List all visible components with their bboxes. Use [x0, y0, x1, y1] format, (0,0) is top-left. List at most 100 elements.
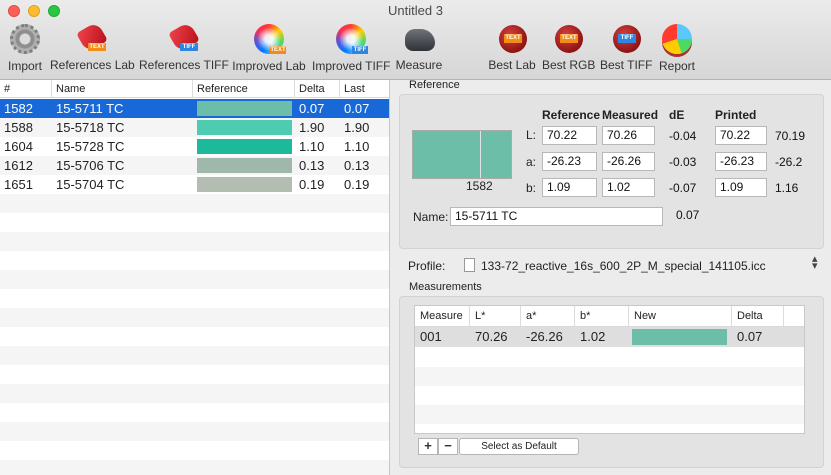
best-rgb-button[interactable]: TEXT Best RGB	[542, 23, 596, 75]
l-printed-field[interactable]: 70.22	[715, 126, 767, 145]
a-de-value: -0.03	[669, 155, 697, 169]
column-last[interactable]: Last	[340, 80, 389, 98]
column-reference[interactable]: Reference	[193, 80, 295, 98]
remove-measurement-button[interactable]: −	[438, 438, 458, 455]
column-a-star[interactable]: a*	[521, 306, 575, 326]
column-name[interactable]: Name	[52, 80, 193, 98]
column-delta[interactable]: Delta	[295, 80, 340, 98]
row-delta: 0.13	[299, 158, 325, 173]
a-measured-field[interactable]: -26.26	[602, 152, 655, 171]
name-field[interactable]: 15-5711 TC	[450, 207, 663, 226]
measurement-row[interactable]: 001 70.26 -26.26 1.02 0.07	[415, 327, 804, 347]
best-lab-button[interactable]: TEXT Best Lab	[487, 23, 537, 75]
row-delta: 0.07	[299, 101, 325, 116]
measure-delta: 0.07	[737, 329, 763, 344]
b-printed-field[interactable]: 1.09	[715, 178, 767, 197]
row-number: 1604	[4, 139, 33, 154]
l-extra-value: 70.19	[775, 129, 806, 143]
improved-tiff-button[interactable]: TIFF Improved TIFF	[312, 23, 390, 75]
b-de-value: -0.07	[669, 181, 697, 195]
row-delta: 0.19	[299, 177, 325, 192]
add-measurement-button[interactable]: +	[418, 438, 438, 455]
l-measured-field[interactable]: 70.26	[602, 126, 655, 145]
seal-text-icon: TEXT	[495, 23, 529, 55]
measure-button[interactable]: Measure	[395, 23, 443, 75]
row-name: 15-5704 TC	[56, 177, 125, 192]
a-printed-field[interactable]: -26.23	[715, 152, 767, 171]
l-de-value: -0.04	[669, 129, 697, 143]
pie-chart-icon	[660, 24, 694, 56]
column-measure[interactable]: Measure	[415, 306, 470, 326]
row-delta: 1.10	[299, 139, 325, 154]
tag-tiff-icon: TIFF	[166, 21, 200, 55]
column-l-star[interactable]: L*	[470, 306, 521, 326]
header-de: dE	[669, 108, 685, 122]
row-delta: 1.90	[299, 120, 325, 135]
reference-group-title: Reference	[409, 79, 460, 91]
best-tiff-button[interactable]: TIFF Best TIFF	[600, 23, 652, 75]
profile-label: Profile:	[408, 259, 446, 273]
l-reference-field[interactable]: 70.22	[542, 126, 597, 145]
header-measured: Measured	[602, 108, 659, 122]
references-tiff-button[interactable]: TIFF References TIFF	[139, 21, 229, 75]
row-name: 15-5711 TC	[56, 101, 124, 116]
references-lab-label: References Lab	[50, 58, 135, 72]
column-number[interactable]: #	[0, 80, 52, 98]
table-row[interactable]: 1612 15-5706 TC 0.13 0.13	[0, 156, 389, 175]
seal-text-icon: TEXT	[551, 23, 585, 55]
column-b-star[interactable]: b*	[575, 306, 629, 326]
row-last: 0.07	[344, 101, 370, 116]
measurements-header: Measure L* a* b* New Delta	[415, 306, 804, 327]
row-reference-swatch	[197, 139, 292, 154]
row-reference-swatch	[197, 120, 292, 135]
a-reference-field[interactable]: -26.23	[542, 152, 597, 171]
report-button[interactable]: Report	[658, 23, 696, 75]
report-label: Report	[658, 59, 696, 73]
table-row[interactable]: 1582 15-5711 TC 0.07 0.07	[0, 99, 389, 118]
measure-a: -26.26	[526, 329, 563, 344]
measurements-group-title: Measurements	[409, 281, 482, 293]
seal-tiff-icon: TIFF	[609, 23, 643, 55]
import-button[interactable]: Import	[6, 23, 44, 75]
header-printed: Printed	[715, 108, 757, 122]
tag-text-icon: TEXT	[74, 21, 108, 55]
reference-swatch-left	[413, 131, 480, 178]
row-last: 0.19	[344, 177, 370, 192]
reference-swatch-right	[481, 131, 511, 178]
row-number: 1651	[4, 177, 33, 192]
header-reference: Reference	[542, 108, 601, 122]
import-label: Import	[7, 59, 42, 73]
table-header: # Name Reference Delta Last	[0, 80, 389, 98]
improved-lab-button[interactable]: TEXT Improved Lab	[232, 23, 306, 75]
profile-select[interactable]: 133-72_reactive_16s_600_2P_M_special_141…	[481, 259, 766, 273]
window-toolbar: Untitled 3 Import TEXT References Lab TI…	[0, 0, 831, 80]
improved-tiff-label: Improved TIFF	[312, 59, 391, 73]
table-row[interactable]: 1651 15-5704 TC 0.19 0.19	[0, 175, 389, 194]
row-reference-swatch	[197, 177, 292, 192]
measure-b: 1.02	[580, 329, 606, 344]
a-label: a:	[526, 155, 537, 169]
b-measured-field[interactable]: 1.02	[602, 178, 655, 197]
gear-icon	[8, 24, 42, 56]
measure-id: 001	[420, 329, 442, 344]
best-tiff-label: Best TIFF	[600, 58, 653, 72]
icc-document-icon	[464, 258, 475, 272]
b-reference-field[interactable]: 1.09	[542, 178, 597, 197]
references-lab-button[interactable]: TEXT References Lab	[50, 21, 135, 75]
measurements-table[interactable]: Measure L* a* b* New Delta 001 70.26 -26…	[414, 305, 805, 434]
table-row[interactable]: 1588 15-5718 TC 1.90 1.90	[0, 118, 389, 137]
column-new[interactable]: New	[629, 306, 732, 326]
table-row[interactable]: 1604 15-5728 TC 1.10 1.10	[0, 137, 389, 156]
best-rgb-label: Best RGB	[542, 58, 596, 72]
select-as-default-button[interactable]: Select as Default	[459, 438, 579, 455]
row-last: 0.13	[344, 158, 370, 173]
l-label: L:	[526, 128, 537, 142]
updown-chevron-icon[interactable]: ▴ ▾	[812, 254, 818, 272]
a-extra-value: -26.2	[775, 155, 803, 169]
reference-list-table[interactable]: # Name Reference Delta Last 1582 15-5711 …	[0, 80, 390, 475]
total-de-value: 0.07	[676, 208, 700, 222]
row-reference-swatch	[197, 101, 292, 116]
color-wheel-tiff-icon: TIFF	[334, 24, 368, 56]
b-label: b:	[526, 181, 537, 195]
column-delta[interactable]: Delta	[732, 306, 784, 326]
